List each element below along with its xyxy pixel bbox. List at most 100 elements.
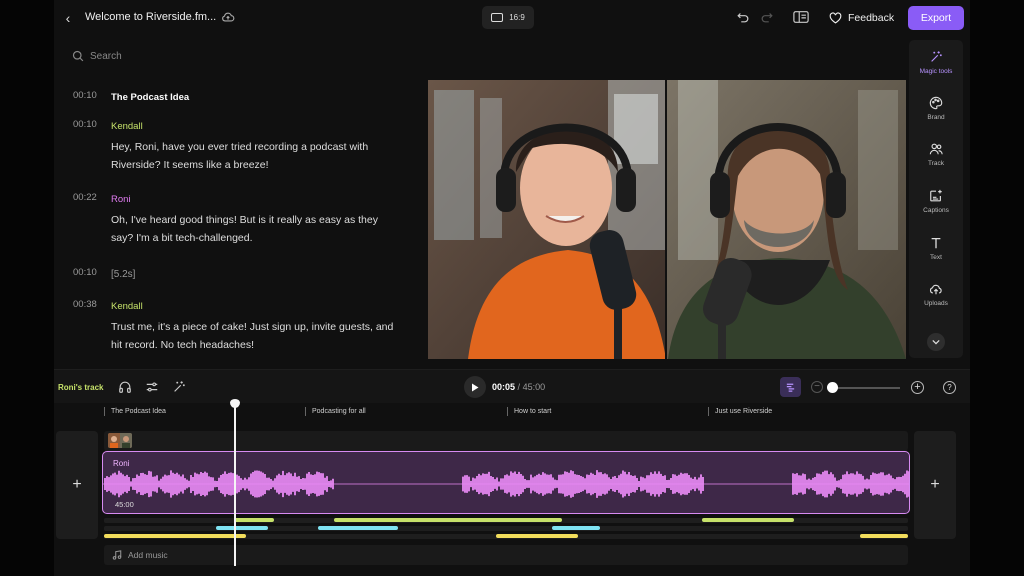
- add-music-track[interactable]: Add music: [104, 545, 908, 565]
- heart-icon: [829, 12, 842, 24]
- timecode: 00:05 / 45:00: [492, 382, 546, 392]
- chapter-marker[interactable]: Podcasting for all: [305, 407, 366, 416]
- editor-window: ‹ Welcome to Riverside.fm... 16:9 Feedba…: [54, 0, 970, 576]
- tool-track[interactable]: Track: [909, 142, 963, 182]
- tool-label: Magic tools: [919, 68, 953, 75]
- project-title[interactable]: Welcome to Riverside.fm...: [85, 11, 216, 23]
- tool-magic-tools[interactable]: Magic tools: [909, 50, 963, 90]
- adjust-sliders-icon[interactable]: [145, 380, 159, 394]
- chapter-title: The Podcast Idea: [111, 92, 190, 103]
- lane-segment[interactable]: [702, 518, 794, 522]
- tool-text[interactable]: Text: [909, 236, 963, 276]
- tools-sidebar: Magic tools Brand Track Captions Text Up…: [909, 40, 963, 358]
- audio-clip-roni[interactable]: Roni 45:00: [102, 451, 910, 514]
- search-placeholder: Search: [90, 50, 122, 62]
- playhead-line[interactable]: [234, 401, 236, 566]
- chapters-ruler: The Podcast Idea Podcasting for all How …: [54, 404, 970, 420]
- speaker-name: Kendall: [111, 301, 143, 312]
- redo-icon[interactable]: [760, 10, 774, 24]
- tool-uploads[interactable]: Uploads: [909, 282, 963, 322]
- timestamp: 00:10: [73, 119, 97, 130]
- people-icon: [929, 143, 943, 155]
- upload-icon: [929, 284, 942, 295]
- text-icon: [931, 237, 941, 249]
- lane-segment[interactable]: [318, 526, 398, 530]
- more-tools-button[interactable]: [927, 333, 945, 351]
- lane-segment[interactable]: [216, 526, 268, 530]
- video-thumbnail: [108, 433, 132, 448]
- chapter-marker[interactable]: Just use Riverside: [708, 407, 772, 416]
- speaker-name: Roni: [111, 194, 131, 205]
- lane-segment[interactable]: [860, 534, 908, 538]
- zoom-out-button[interactable]: −: [811, 381, 823, 393]
- aspect-ratio-button[interactable]: 16:9: [482, 6, 534, 29]
- transcript-toggle-button[interactable]: [780, 377, 801, 397]
- video-thumbnail-track[interactable]: [104, 431, 908, 451]
- track-name[interactable]: Roni's track: [58, 383, 103, 392]
- play-icon: [472, 383, 479, 391]
- caption-lanes: [104, 517, 908, 541]
- top-bar: ‹ Welcome to Riverside.fm... 16:9 Feedba…: [54, 0, 970, 36]
- add-music-label: Add music: [128, 550, 168, 560]
- current-time: 00:05: [492, 382, 516, 392]
- timeline-toolbar: Roni's track 00:05 / 45:00 − + ?: [54, 369, 970, 403]
- magic-wand-icon[interactable]: [172, 380, 186, 394]
- undo-icon[interactable]: [736, 10, 750, 24]
- transcript-text[interactable]: Oh, I've heard good things! But is it re…: [111, 212, 401, 247]
- lane-segment[interactable]: [334, 518, 562, 522]
- lane-segment[interactable]: [104, 534, 246, 538]
- pause-marker[interactable]: [5.2s]: [111, 266, 135, 284]
- timestamp: 00:38: [73, 299, 97, 310]
- export-button[interactable]: Export: [908, 6, 964, 30]
- add-clip-after-button[interactable]: +: [914, 431, 956, 539]
- transcript-lines-icon: [786, 383, 795, 392]
- palette-icon: [929, 96, 943, 110]
- zoom-in-button[interactable]: +: [911, 381, 924, 394]
- tool-label: Uploads: [924, 300, 948, 307]
- aspect-ratio-icon: [491, 13, 504, 22]
- tool-label: Captions: [923, 207, 949, 214]
- clip-duration: 45:00: [115, 500, 134, 509]
- back-arrow-icon[interactable]: ‹: [60, 10, 76, 26]
- tool-label: Brand: [927, 114, 945, 121]
- video-frame: [428, 80, 906, 359]
- chevron-down-icon: [932, 339, 940, 345]
- total-time: 45:00: [522, 382, 546, 392]
- lane-segment[interactable]: [234, 518, 274, 522]
- cloud-sync-icon: [222, 12, 235, 22]
- layout-icon[interactable]: [793, 10, 809, 24]
- captions-icon: [930, 189, 942, 202]
- timestamp: 00:10: [73, 267, 97, 278]
- magic-wand-icon: [931, 51, 942, 62]
- play-button[interactable]: [464, 376, 486, 398]
- tool-captions[interactable]: Captions: [909, 189, 963, 229]
- aspect-ratio-label: 16:9: [509, 13, 525, 22]
- video-preview[interactable]: [428, 80, 906, 359]
- transcript-text[interactable]: Trust me, it's a piece of cake! Just sig…: [111, 319, 401, 354]
- help-button[interactable]: ?: [943, 381, 956, 394]
- tool-label: Text: [930, 254, 942, 261]
- timestamp: 00:22: [73, 192, 97, 203]
- zoom-slider-handle[interactable]: [827, 382, 838, 393]
- search-icon: [72, 50, 84, 62]
- lane-segment[interactable]: [552, 526, 600, 530]
- add-clip-before-button[interactable]: +: [56, 431, 98, 539]
- speaker-name: Kendall: [111, 121, 143, 132]
- transcript-text[interactable]: Hey, Roni, have you ever tried recording…: [111, 139, 401, 174]
- lane-segment[interactable]: [496, 534, 578, 538]
- audio-waveform: [103, 470, 909, 498]
- thumbnail-image: [108, 433, 132, 448]
- tool-label: Track: [927, 160, 944, 167]
- timestamp: 00:10: [73, 90, 97, 101]
- transcript-panel: 00:10 The Podcast Idea 00:10 Kendall Hey…: [54, 80, 426, 364]
- headphones-icon[interactable]: [118, 380, 132, 394]
- chapter-marker[interactable]: How to start: [507, 407, 551, 416]
- tool-brand[interactable]: Brand: [909, 96, 963, 136]
- music-note-icon: [112, 550, 122, 560]
- clip-name: Roni: [113, 459, 130, 468]
- feedback-label: Feedback: [848, 12, 895, 24]
- transcript-search[interactable]: Search: [72, 50, 122, 62]
- chapter-marker[interactable]: The Podcast Idea: [104, 407, 166, 416]
- feedback-button[interactable]: Feedback: [829, 7, 894, 29]
- zoom-slider-track[interactable]: [832, 387, 900, 389]
